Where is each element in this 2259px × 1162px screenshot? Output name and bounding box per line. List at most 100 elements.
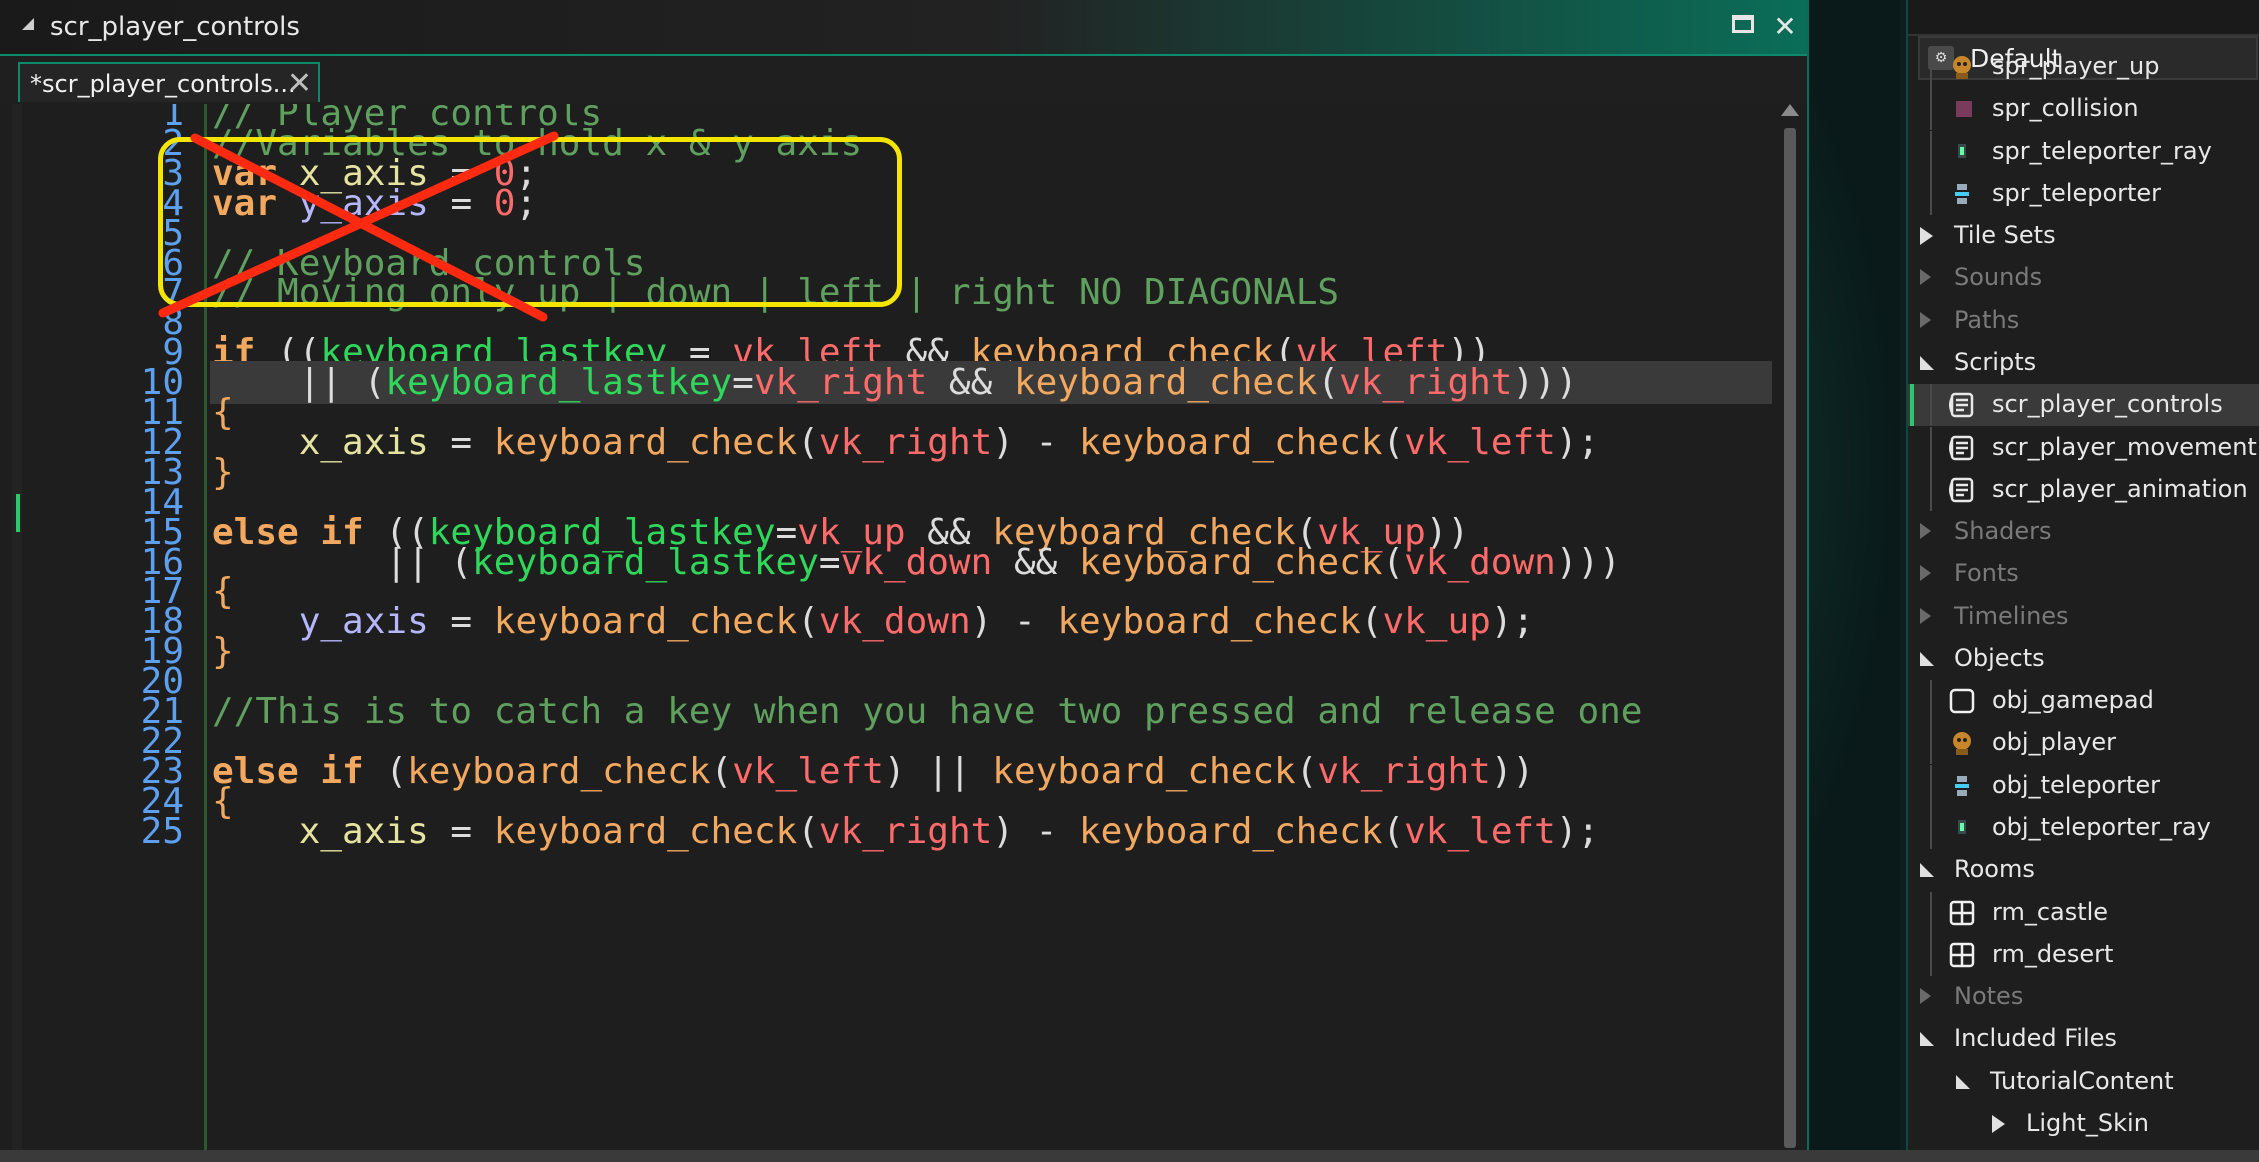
maximize-button[interactable] [1726, 10, 1760, 44]
tree-guide-line [1930, 764, 1932, 807]
teleporter-icon [1948, 772, 1976, 800]
code-token: ( [797, 810, 819, 852]
tree-item-included-files[interactable]: Included Files [1908, 1018, 2259, 1060]
tree-guide-line [1930, 680, 1932, 723]
tree-item-label: obj_player [1992, 728, 2117, 757]
script-icon [1948, 434, 1976, 462]
tree-item-spr-collision[interactable]: spr_collision [1908, 88, 2259, 131]
tab-scr-player-controls[interactable]: *scr_player_controls... ✕ [18, 62, 320, 102]
room-icon [1948, 899, 1976, 927]
code-token: ); [1555, 810, 1600, 852]
tree-item-spr-teleporter-ray[interactable]: spr_teleporter_ray [1908, 130, 2259, 173]
code-token: ) - [992, 810, 1079, 852]
tree-item-label: Included Files [1954, 1024, 2117, 1053]
status-strip [0, 1150, 2259, 1162]
collapse-arrow-icon[interactable] [1920, 651, 1934, 666]
tree-item-label: TutorialContent [1990, 1066, 2174, 1095]
tree-item-label: spr_collision [1992, 94, 2139, 123]
tree-item-spr-player-up[interactable]: spr_player_up [1908, 46, 2259, 88]
tree-item-rooms[interactable]: Rooms [1908, 849, 2259, 891]
tree-item-label: scr_player_movement [1992, 432, 2257, 461]
tree-item-paths[interactable]: Paths [1908, 300, 2259, 342]
object-empty-icon [1948, 687, 1976, 715]
resource-tree: ⚙ Default spr_player_up spr_collision spr_… [1906, 0, 2259, 1150]
current-line-marker [16, 494, 20, 532]
tree-item-scr-player-controls[interactable]: scr_player_controls [1908, 384, 2259, 427]
editor-titlebar[interactable]: scr_player_controls ✕ [0, 0, 1807, 56]
tree-item-tile-sets[interactable]: Tile Sets [1908, 215, 2259, 257]
tree-item-label: spr_teleporter [1992, 178, 2162, 207]
tree-item-obj-player[interactable]: obj_player [1908, 722, 2259, 765]
tree-item-objects[interactable]: Objects [1908, 638, 2259, 680]
tree-item-timelines[interactable]: Timelines [1908, 596, 2259, 638]
tree-item-light-skin[interactable]: Light_Skin [1908, 1103, 2259, 1145]
tree-guide-line [1930, 130, 1932, 173]
collapse-arrow-icon[interactable] [1920, 1032, 1934, 1047]
expand-arrow-icon[interactable] [1920, 988, 1931, 1005]
tree-header [1908, 0, 2259, 36]
tree-item-label: Objects [1954, 643, 2045, 672]
tree-item-notes[interactable]: Notes [1908, 976, 2259, 1018]
teleporter-ray-icon [1948, 138, 1976, 166]
resize-grip-icon[interactable] [22, 18, 34, 30]
editor-tabbar: *scr_player_controls... ✕ [0, 56, 1807, 104]
tree-item-label: Tile Sets [1954, 221, 2056, 250]
expand-arrow-icon[interactable] [1992, 1115, 2005, 1133]
tree-item-label: Shaders [1954, 517, 2052, 546]
collapse-arrow-icon[interactable] [1956, 1074, 1970, 1089]
highlight-box [158, 137, 902, 307]
expand-arrow-icon[interactable] [1920, 565, 1931, 582]
tree-item-label: Rooms [1954, 855, 2035, 884]
scroll-up-arrow-icon[interactable] [1781, 104, 1799, 116]
expand-arrow-icon[interactable] [1920, 227, 1933, 246]
tree-item-shaders[interactable]: Shaders [1908, 511, 2259, 553]
tree-item-label: obj_teleporter [1992, 770, 2161, 799]
code-token: x_axis [298, 810, 429, 852]
expand-arrow-icon[interactable] [1920, 269, 1931, 286]
code-line[interactable]: 25 x_axis = keyboard_check(vk_right) - k… [22, 810, 1772, 853]
tree-item-label: obj_teleporter_ray [1992, 813, 2211, 842]
tree-item-sounds[interactable]: Sounds [1908, 257, 2259, 299]
tree-guide-line [1930, 46, 1932, 88]
code-token: vk_left [1404, 810, 1556, 852]
expand-arrow-icon[interactable] [1920, 311, 1931, 328]
collapse-arrow-icon[interactable] [1920, 355, 1934, 370]
line-number: 25 [140, 810, 184, 852]
breakpoint-gutter[interactable] [12, 104, 22, 1150]
tree-item-tutorialcontent[interactable]: TutorialContent [1908, 1061, 2259, 1103]
tree-item-label: Scripts [1954, 347, 2037, 376]
tree-item-obj-gamepad[interactable]: obj_gamepad [1908, 680, 2259, 723]
expand-arrow-icon[interactable] [1920, 607, 1931, 624]
close-window-button[interactable]: ✕ [1768, 10, 1802, 44]
tree-item-rm-castle[interactable]: rm_castle [1908, 891, 2259, 934]
code-token: keyboard_check [1079, 810, 1383, 852]
vertical-scrollbar[interactable] [1780, 104, 1800, 1150]
player-sprite-icon [1948, 729, 1976, 757]
tree-item-label: Paths [1954, 305, 2020, 334]
tree-guide-line [1930, 933, 1932, 976]
script-icon [1948, 391, 1976, 419]
scroll-thumb[interactable] [1784, 128, 1796, 1148]
tree-item-scr-player-animation[interactable]: scr_player_animation [1908, 468, 2259, 511]
tree-item-scripts[interactable]: Scripts [1908, 342, 2259, 384]
tree-item-label: scr_player_controls [1992, 390, 2223, 419]
tree-item-fonts[interactable]: Fonts [1908, 553, 2259, 595]
tree-guide-line [1930, 722, 1932, 765]
tree-guide-line [1930, 468, 1932, 511]
collapse-arrow-icon[interactable] [1920, 863, 1934, 878]
tree-guide-line [1930, 384, 1932, 427]
tree-item-rm-desert[interactable]: rm_desert [1908, 933, 2259, 976]
expand-arrow-icon[interactable] [1920, 523, 1931, 540]
maximize-icon [1732, 15, 1754, 33]
window-title: scr_player_controls [50, 12, 300, 42]
tree-item-scr-player-movement[interactable]: scr_player_movement [1908, 426, 2259, 469]
tree-guide-line [1930, 88, 1932, 131]
tab-label: *scr_player_controls... [30, 70, 296, 98]
tree-item-spr-teleporter[interactable]: spr_teleporter [1908, 172, 2259, 215]
tree-item-obj-teleporter-ray[interactable]: obj_teleporter_ray [1908, 807, 2259, 850]
tree-item-label: obj_gamepad [1992, 686, 2154, 715]
tab-close-icon[interactable]: ✕ [287, 66, 312, 101]
tree-item-obj-teleporter[interactable]: obj_teleporter [1908, 764, 2259, 807]
code-editor-window: scr_player_controls ✕ *scr_player_contro… [0, 0, 1809, 1150]
tree-item-label: rm_desert [1992, 939, 2114, 968]
